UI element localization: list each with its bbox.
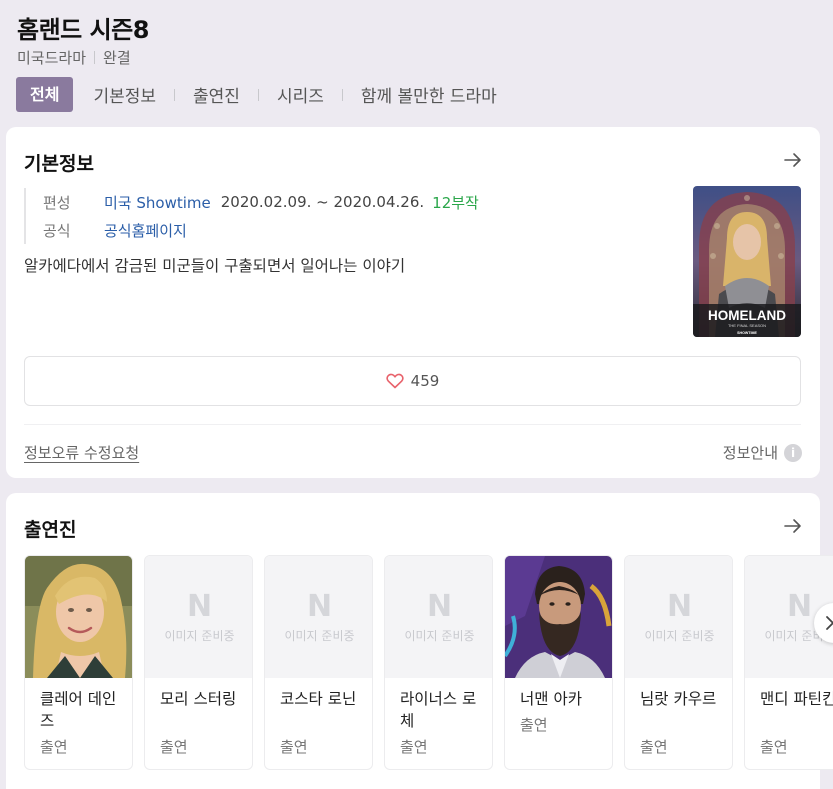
cast-role: 출연: [280, 738, 308, 756]
cast-photo-placeholder: N 이미지 준비중: [145, 556, 252, 678]
placeholder-logo: N: [666, 588, 693, 624]
cast-name: 님랏 카우르: [640, 690, 717, 708]
official-row: 공식 공식홈페이지: [43, 216, 479, 244]
poster-subtitle: THE FINAL SEASON: [728, 323, 766, 328]
placeholder-text: 이미지 준비중: [644, 628, 715, 643]
cast-item[interactable]: N 이미지 준비중 모리 스터링 출연: [144, 555, 253, 770]
placeholder-logo: N: [306, 588, 333, 624]
cast-list: 클레어 데인즈 출연 N 이미지 준비중 모리 스터링 출연 N 이미지 준비중…: [24, 555, 833, 770]
cast-photo: [505, 556, 612, 678]
placeholder-logo: N: [186, 588, 213, 624]
heart-icon: [386, 373, 404, 389]
placeholder-text: 이미지 준비중: [164, 628, 235, 643]
cast-role: 출연: [520, 716, 548, 734]
tab-basic-info[interactable]: 기본정보: [90, 82, 159, 107]
cast-item[interactable]: N 이미지 준비중 코스타 로닌 출연: [264, 555, 373, 770]
placeholder-logo: N: [426, 588, 453, 624]
info-block: 편성 미국 Showtime 2020.02.09. ~ 2020.04.26.…: [24, 188, 479, 244]
cast-card-section: 출연진 클레어 데인즈 출연 N 이미지 준비중 모리 스터링 출연 N 이미지…: [6, 493, 833, 789]
report-error-link[interactable]: 정보오류 수정요청: [24, 442, 139, 463]
cast-item[interactable]: 너맨 아카 출연: [504, 555, 613, 770]
divider: [24, 424, 801, 425]
cast-item[interactable]: N 이미지 준비중 맨디 파틴킨 출연: [744, 555, 833, 770]
tab-bar: 전체 기본정보 출연진 시리즈 함께 볼만한 드라마: [16, 77, 500, 112]
cast-photo-placeholder: N 이미지 준비중: [385, 556, 492, 678]
like-count: 459: [410, 372, 440, 390]
synopsis: 알카에다에서 감금된 미군들이 구출되면서 일어나는 이야기: [24, 257, 406, 275]
cast-title: 출연진: [24, 519, 77, 541]
cast-role: 출연: [760, 738, 788, 756]
info-guide-label: 정보안내: [722, 444, 778, 462]
info-guide-button[interactable]: 정보안내 i: [723, 442, 802, 463]
cast-role: 출연: [400, 738, 428, 756]
divider: [94, 51, 96, 64]
cast-item[interactable]: N 이미지 준비중 님랏 카우르 출연: [624, 555, 733, 770]
arrow-right-icon[interactable]: [782, 149, 804, 171]
tab-series[interactable]: 시리즈: [274, 82, 327, 107]
tab-divider: [257, 88, 259, 101]
cast-name: 클레어 데인즈: [40, 690, 117, 730]
official-homepage-link[interactable]: 공식홈페이지: [104, 220, 187, 241]
status-text: 완결: [103, 49, 131, 67]
info-icon: i: [784, 443, 802, 462]
cast-photo-placeholder: N 이미지 준비중: [265, 556, 372, 678]
placeholder-text: 이미지 준비중: [284, 628, 355, 643]
basic-info-title: 기본정보: [24, 153, 94, 175]
official-label: 공식: [43, 221, 71, 240]
chevron-right-icon: [826, 616, 833, 630]
broadcast-period: 2020.02.09. ~ 2020.04.26.: [220, 193, 425, 211]
tab-recommended[interactable]: 함께 볼만한 드라마: [358, 82, 500, 107]
poster-logo-text: HOMELAND: [708, 308, 786, 323]
cast-name: 라이너스 로체: [400, 690, 477, 730]
cast-name: 맨디 파틴킨: [760, 690, 833, 708]
cast-item[interactable]: 클레어 데인즈 출연: [24, 555, 133, 770]
cast-role: 출연: [40, 738, 68, 756]
like-button[interactable]: 459: [24, 356, 801, 406]
poster-network: SHOWTIME: [737, 331, 757, 335]
genre-text: 미국드라마: [17, 49, 87, 67]
cast-photo: [25, 556, 132, 678]
arrow-right-icon[interactable]: [782, 515, 804, 537]
subinfo: 미국드라마 완결: [17, 47, 131, 68]
placeholder-logo: N: [786, 588, 813, 624]
basic-info-card: 기본정보 편성 미국 Showtime 2020.02.09. ~ 2020.0…: [6, 127, 820, 478]
page-title: 홈랜드 시즌8: [17, 16, 149, 44]
cast-role: 출연: [640, 738, 668, 756]
placeholder-text: 이미지 준비중: [404, 628, 475, 643]
broadcast-label: 편성: [43, 193, 71, 212]
tab-divider: [341, 88, 343, 101]
broadcast-row: 편성 미국 Showtime 2020.02.09. ~ 2020.04.26.…: [43, 188, 479, 216]
tab-all[interactable]: 전체: [16, 77, 74, 112]
tab-cast[interactable]: 출연진: [190, 82, 243, 107]
network-link[interactable]: 미국 Showtime: [104, 192, 211, 213]
cast-name: 모리 스터링: [160, 690, 237, 708]
cast-name: 코스타 로닌: [280, 690, 357, 708]
episode-count: 12부작: [432, 193, 479, 212]
cast-item[interactable]: N 이미지 준비중 라이너스 로체 출연: [384, 555, 493, 770]
poster-image[interactable]: HOMELAND THE FINAL SEASON SHOWTIME: [693, 186, 801, 337]
cast-role: 출연: [160, 738, 188, 756]
cast-photo-placeholder: N 이미지 준비중: [625, 556, 732, 678]
tab-divider: [174, 88, 176, 101]
